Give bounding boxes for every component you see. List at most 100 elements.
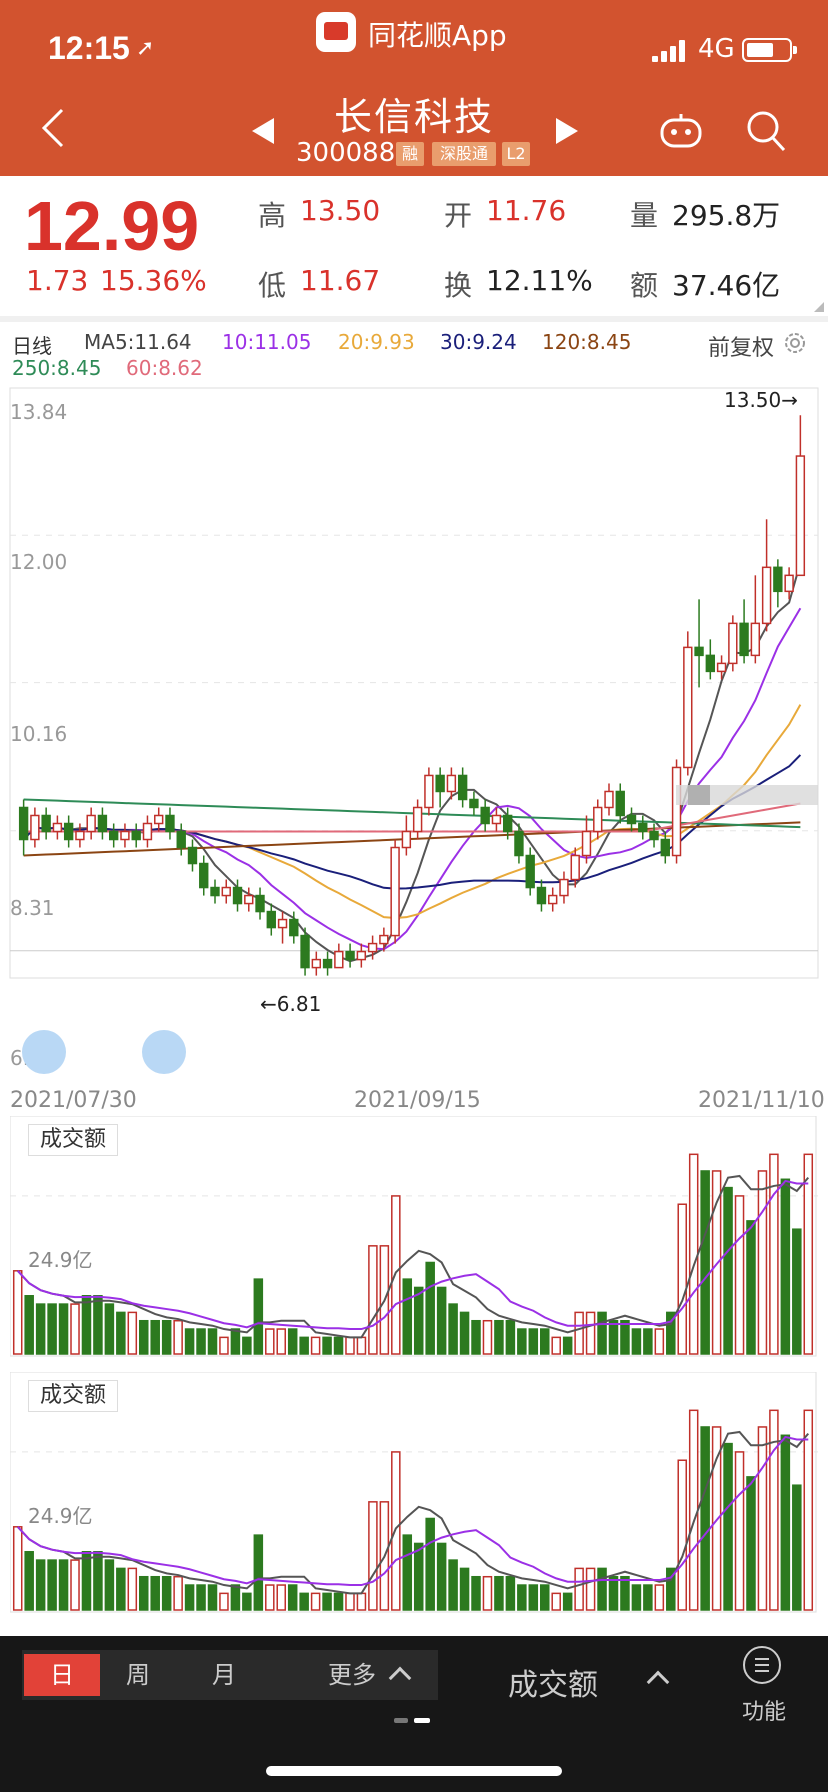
fullscreen-button[interactable] [142,1030,186,1074]
prev-stock-button[interactable] [252,118,274,144]
volume-bar [242,1336,252,1355]
volume-label: 量 [630,199,659,232]
volume-bar [127,1567,138,1611]
volume-bar [150,1319,160,1355]
next-stock-button[interactable] [556,118,578,144]
buy-signal-icon [688,785,710,805]
volume-bar [757,1170,768,1355]
high-label: 高 [258,199,287,232]
tab-week[interactable]: 周 [108,1650,168,1700]
tab-month[interactable]: 月 [194,1650,254,1700]
kline-chart[interactable]: 13.50→ ←6.81 [0,380,828,1080]
volume-bar [230,1584,241,1611]
ma30-line [22,754,802,890]
indicator-select[interactable]: 成交额 [508,1660,598,1704]
volume-bar [780,1434,791,1611]
candle [773,559,783,608]
volume-bar [287,1584,298,1611]
volume-panel-2[interactable]: 成交额 24.9亿 [9,1371,818,1614]
low-value: 11.67 [300,264,381,297]
volume-panel-1[interactable]: 成交额 24.9亿 [9,1115,818,1358]
price-change: 1.73 [26,264,89,297]
y-tick-3: 10.16 [10,722,68,746]
candle [390,839,400,944]
volume-bar [276,1584,287,1611]
volume-bar [242,1592,252,1611]
bottom-toolbar: 日 周 月 更多 成交额 功能 [0,1636,828,1792]
volume-bar [448,1559,458,1611]
date-start: 2021/07/30 [10,1088,137,1113]
volume-bar [276,1328,287,1355]
candle [63,815,74,848]
volume-bar [688,1153,699,1355]
volume-bar [482,1319,493,1355]
candle [52,815,63,840]
volume-bar [677,1459,688,1611]
tab-more[interactable]: 更多 [322,1650,382,1700]
volume-bar [184,1328,195,1355]
turnover-value: 12.11% [486,264,593,297]
tab-day[interactable]: 日 [24,1654,100,1696]
volume-bar [677,1203,688,1355]
candle [728,615,738,672]
chevron-up-icon[interactable] [646,1670,670,1694]
adjust-mode[interactable]: 前复权 [708,330,774,362]
volume-title[interactable]: 成交额 [28,1124,118,1156]
candle [638,815,648,840]
volume-tick: 24.9亿 [28,1248,93,1272]
volume-bar [322,1336,332,1355]
expand-corner-icon[interactable] [814,302,824,312]
candle [345,943,355,968]
volume-bar [459,1311,470,1355]
search-icon[interactable] [746,110,786,152]
volume-bar [700,1426,710,1611]
volume-bar [471,1319,481,1355]
volume-bar [505,1319,516,1355]
period-label[interactable]: 日线 [12,330,52,359]
volume-bar [551,1592,561,1611]
ma250-label: 250:8.45 [12,356,102,380]
volume-bar [265,1584,275,1611]
volume-bar [562,1336,573,1355]
volume-bar [562,1592,573,1611]
chevron-up-icon[interactable] [388,1666,412,1690]
volume-bar [58,1303,69,1355]
ma10-label: 10:11.05 [222,330,312,354]
candle [457,767,468,808]
candle [41,807,51,840]
tag-margin: 融 [396,142,424,166]
y-tick-4: 8.31 [10,896,55,920]
menu-icon[interactable] [743,1646,781,1684]
function-label[interactable]: 功能 [742,1694,786,1726]
volume-bar [81,1551,92,1611]
volume-bar [299,1336,309,1355]
candle [108,823,119,848]
volume-bar [127,1311,138,1355]
volume-bar [24,1551,34,1611]
volume-bar [287,1328,298,1355]
battery-icon [742,38,797,62]
volume-bar [356,1336,367,1355]
robot-icon[interactable] [660,112,702,148]
volume-bar [265,1328,275,1355]
volume-bar [643,1584,653,1611]
app-logo-icon [316,12,356,52]
volume-bar [413,1542,424,1611]
volume-bar [654,1584,665,1611]
candle [525,847,535,896]
candle [536,879,547,912]
volume-bar [425,1261,435,1355]
fast-forward-button[interactable] [22,1030,66,1074]
volume-title[interactable]: 成交额 [28,1380,118,1412]
volume-bar [47,1559,57,1611]
gear-icon[interactable] [782,330,808,356]
candle [615,783,625,824]
volume-bar [116,1567,126,1611]
page-dot [394,1718,408,1723]
volume-tick: 24.9亿 [28,1504,93,1528]
volume-bar [93,1551,103,1611]
candle [739,599,749,664]
volume-bar [70,1559,80,1611]
candle [176,823,186,856]
volume-bar [184,1584,195,1611]
